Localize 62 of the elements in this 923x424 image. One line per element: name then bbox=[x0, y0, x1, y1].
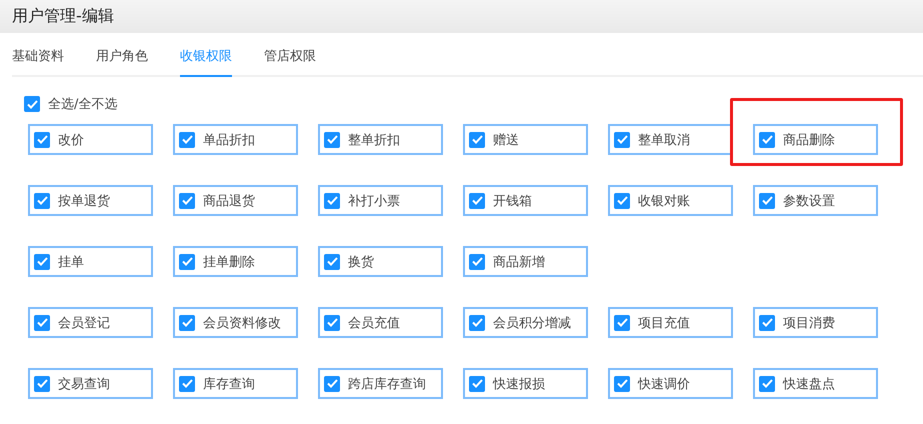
checkbox[interactable] bbox=[179, 314, 195, 330]
checkbox[interactable] bbox=[614, 132, 630, 148]
permission-option[interactable]: 快速调价 bbox=[608, 368, 733, 399]
permission-option[interactable]: 跨店库存查询 bbox=[318, 368, 443, 399]
permission-option[interactable]: 会员登记 bbox=[28, 307, 153, 338]
tab[interactable]: 基础资料 bbox=[12, 42, 64, 77]
permission-option[interactable]: 参数设置 bbox=[753, 185, 878, 216]
permission-option[interactable]: 换货 bbox=[318, 246, 443, 277]
checkbox[interactable] bbox=[324, 132, 340, 148]
permission-option[interactable]: 挂单删除 bbox=[173, 246, 298, 277]
permission-option[interactable]: 交易查询 bbox=[28, 368, 153, 399]
page-title: 用户管理-编辑 bbox=[12, 6, 114, 27]
checkbox[interactable] bbox=[179, 254, 195, 270]
checkbox[interactable] bbox=[34, 376, 50, 392]
permission-option[interactable]: 按单退货 bbox=[28, 185, 153, 216]
permission-option[interactable]: 商品退货 bbox=[173, 185, 298, 216]
permission-option[interactable]: 挂单 bbox=[28, 246, 153, 277]
checkbox[interactable] bbox=[469, 376, 485, 392]
permission-option[interactable]: 库存查询 bbox=[173, 368, 298, 399]
checkbox[interactable] bbox=[614, 192, 630, 208]
checkbox[interactable] bbox=[34, 132, 50, 148]
permission-option[interactable]: 快速盘点 bbox=[753, 368, 878, 399]
checkbox[interactable] bbox=[614, 376, 630, 392]
permission-option[interactable]: 项目充值 bbox=[608, 307, 733, 338]
checkbox[interactable] bbox=[34, 192, 50, 208]
checkbox[interactable] bbox=[469, 314, 485, 330]
permission-option[interactable]: 整单折扣 bbox=[318, 124, 443, 155]
checkbox[interactable] bbox=[179, 132, 195, 148]
permission-option[interactable]: 收银对账 bbox=[608, 185, 733, 216]
checkbox[interactable] bbox=[469, 192, 485, 208]
checkbox[interactable] bbox=[759, 376, 775, 392]
checkbox[interactable] bbox=[759, 192, 775, 208]
permission-option[interactable]: 补打小票 bbox=[318, 185, 443, 216]
permission-option[interactable]: 会员资料修改 bbox=[173, 307, 298, 338]
checkbox[interactable] bbox=[34, 254, 50, 270]
checkbox[interactable] bbox=[759, 314, 775, 330]
checkbox[interactable] bbox=[324, 314, 340, 330]
checkbox[interactable] bbox=[469, 132, 485, 148]
checkbox[interactable] bbox=[759, 132, 775, 148]
checkbox[interactable] bbox=[614, 314, 630, 330]
tab[interactable]: 用户角色 bbox=[96, 42, 148, 77]
permission-option[interactable]: 会员积分增减 bbox=[463, 307, 588, 338]
permission-option[interactable]: 快速报损 bbox=[463, 368, 588, 399]
checkbox[interactable] bbox=[324, 192, 340, 208]
permission-option[interactable]: 商品删除 bbox=[753, 124, 878, 155]
select-all-label: 全选/全不选 bbox=[48, 96, 118, 113]
permission-option[interactable]: 单品折扣 bbox=[173, 124, 298, 155]
permission-option[interactable]: 改价 bbox=[28, 124, 153, 155]
checkbox[interactable] bbox=[324, 254, 340, 270]
permission-option[interactable]: 会员充值 bbox=[318, 307, 443, 338]
permission-option[interactable]: 整单取消 bbox=[608, 124, 733, 155]
checkbox[interactable] bbox=[469, 254, 485, 270]
checkbox[interactable] bbox=[24, 96, 40, 112]
permission-option[interactable]: 赠送 bbox=[463, 124, 588, 155]
tab[interactable]: 管店权限 bbox=[264, 42, 316, 77]
permission-option[interactable]: 商品新增 bbox=[463, 246, 588, 277]
permission-option[interactable]: 开钱箱 bbox=[463, 185, 588, 216]
checkbox[interactable] bbox=[179, 376, 195, 392]
permission-option[interactable]: 项目消费 bbox=[753, 307, 878, 338]
checkbox[interactable] bbox=[324, 376, 340, 392]
checkbox[interactable] bbox=[179, 192, 195, 208]
checkbox[interactable] bbox=[34, 314, 50, 330]
